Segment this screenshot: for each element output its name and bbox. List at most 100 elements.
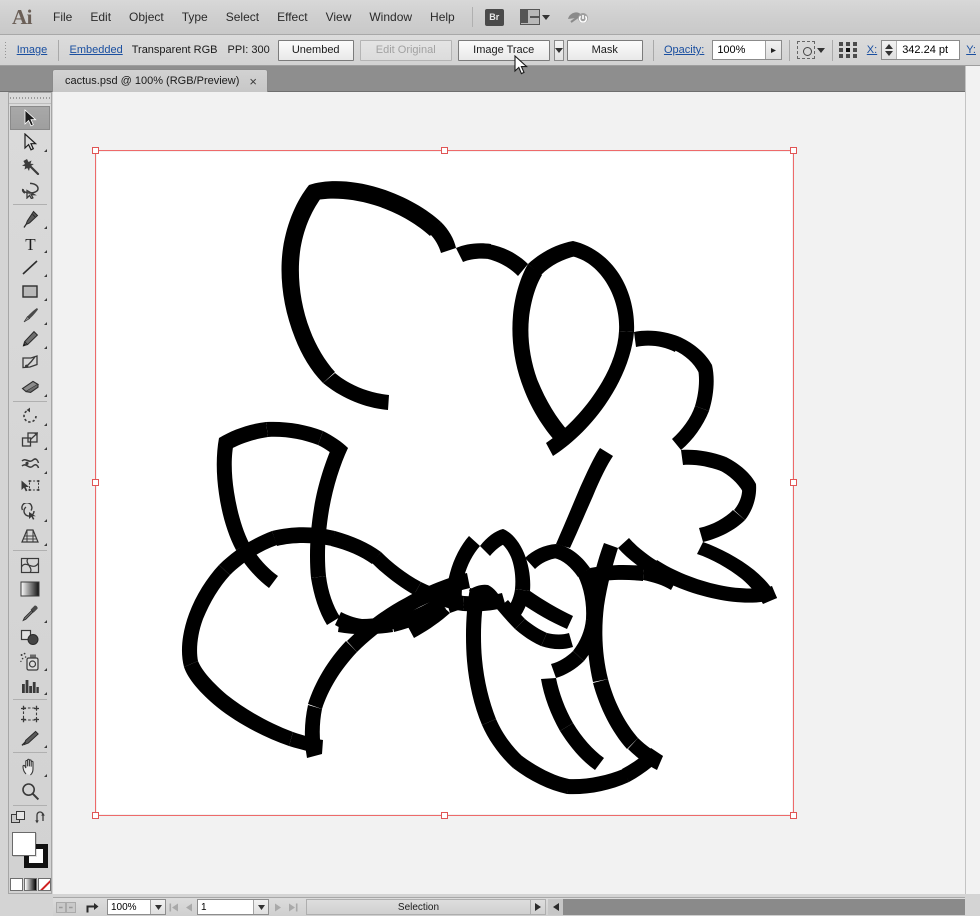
next-artboard-button [270,899,285,915]
blend-tool[interactable] [10,625,50,649]
unembed-button[interactable]: Unembed [278,40,354,61]
status-bar: Selection [53,897,965,916]
zoom-level-group[interactable] [107,899,166,915]
tools-list: T [9,104,51,808]
artboard-tool[interactable] [10,702,50,726]
artboard-number-dropdown[interactable] [253,900,268,914]
flyout-indicator-icon [44,149,47,152]
creative-cloud-sync-icon[interactable] [566,7,590,27]
flyout-indicator-icon [44,394,47,397]
flyout-indicator-icon [44,274,47,277]
share-on-behance-icon[interactable] [79,900,105,914]
menu-edit[interactable]: Edit [81,7,120,27]
image-trace-button[interactable]: Image Trace [458,40,550,61]
align-icon [797,41,815,59]
width-tool[interactable] [10,452,50,476]
tools-panel-grip[interactable] [9,93,51,104]
lasso-tool[interactable] [10,178,50,202]
magic-wand-tool[interactable] [10,154,50,178]
opacity-label[interactable]: Opacity: [660,42,708,58]
paintbrush-tool[interactable] [10,303,50,327]
control-bar-grip[interactable] [4,40,6,60]
x-coordinate-input[interactable] [897,44,959,56]
artboard-number-input[interactable] [198,902,253,913]
rotate-tool[interactable] [10,404,50,428]
eyedropper-tool[interactable] [10,601,50,625]
drawing-modes-button[interactable] [11,811,26,828]
free-transform-tool[interactable] [10,476,50,500]
default-colors-icon[interactable] [9,865,19,875]
mesh-tool[interactable] [10,553,50,577]
perspective-grid-tool[interactable] [10,524,50,548]
hand-tool[interactable] [10,755,50,779]
swap-colors-icon[interactable] [40,820,51,831]
gradient-tool[interactable] [10,577,50,601]
opacity-stepper-button[interactable] [765,41,781,59]
menu-object[interactable]: Object [120,7,173,27]
zoom-level-dropdown[interactable] [150,900,165,914]
direct-selection-tool[interactable] [10,130,50,154]
selection-tool[interactable] [10,106,50,130]
bridge-icon[interactable]: Br [485,9,504,26]
eraser-tool[interactable] [10,375,50,399]
menu-help[interactable]: Help [421,7,464,27]
menu-file[interactable]: File [44,7,81,27]
menu-type[interactable]: Type [173,7,217,27]
rectangle-tool[interactable] [10,279,50,303]
previous-artboard-button [181,899,196,915]
scroll-left-button[interactable] [548,899,563,915]
menu-select[interactable]: Select [217,7,268,27]
artboard-number-group[interactable] [197,899,269,915]
pen-tool[interactable] [10,207,50,231]
x-coordinate-label[interactable]: X: [863,42,881,58]
x-stepper[interactable] [882,41,897,59]
horizontal-scrollbar[interactable] [548,899,965,915]
chevron-down-icon [542,15,550,20]
symbol-sprayer-tool[interactable] [10,649,50,673]
ppi-label: PPI: 300 [223,44,275,56]
status-display[interactable]: Selection [306,899,531,915]
image-trace-presets-dropdown[interactable] [554,40,564,61]
x-coordinate-group[interactable] [881,40,960,60]
object-type-link[interactable]: Image [13,42,52,58]
menu-view[interactable]: View [317,7,361,27]
none-swatch-button[interactable] [38,878,51,891]
gradient-swatch-button[interactable] [24,878,37,891]
blob-brush-tool[interactable] [10,351,50,375]
menu-effect[interactable]: Effect [268,7,316,27]
scale-tool[interactable] [10,428,50,452]
zoom-level-input[interactable] [108,902,150,913]
canvas-area[interactable] [53,92,965,894]
flyout-indicator-icon [44,519,47,522]
close-icon[interactable]: × [249,75,257,88]
workspace-switcher-button[interactable] [520,9,550,25]
artboard[interactable] [97,152,792,814]
line-segment-tool[interactable] [10,255,50,279]
canvas-right-edge [965,66,980,894]
first-artboard-button [166,899,181,915]
mask-button[interactable]: Mask [567,40,643,61]
opacity-input-group[interactable] [712,40,782,60]
tools-divider-5 [13,752,47,753]
opacity-input[interactable] [713,44,765,56]
slice-tool[interactable] [10,726,50,750]
flyout-indicator-icon [44,668,47,671]
zoom-tool[interactable] [10,779,50,803]
align-to-selection-button[interactable] [797,41,825,59]
pencil-tool[interactable] [10,327,50,351]
shape-builder-tool[interactable] [10,500,50,524]
column-graph-tool[interactable] [10,673,50,697]
fill-color-swatch[interactable] [12,832,36,856]
menu-window[interactable]: Window [360,7,421,27]
color-swatch-button[interactable] [10,878,23,891]
fill-stroke-swatches[interactable] [9,831,51,873]
type-tool[interactable]: T [10,231,50,255]
menu-bar: Ai File Edit Object Type Select Effect V… [0,0,980,35]
y-coordinate-label[interactable]: Y: [960,42,980,58]
reference-point-icon[interactable] [839,42,858,59]
status-display-menu-button[interactable] [531,899,546,915]
document-tab-cactus[interactable]: cactus.psd @ 100% (RGB/Preview) × [52,69,268,92]
link-state-link[interactable]: Embedded [66,42,127,58]
chevron-down-icon [555,48,563,53]
edit-original-button: Edit Original [360,40,452,61]
